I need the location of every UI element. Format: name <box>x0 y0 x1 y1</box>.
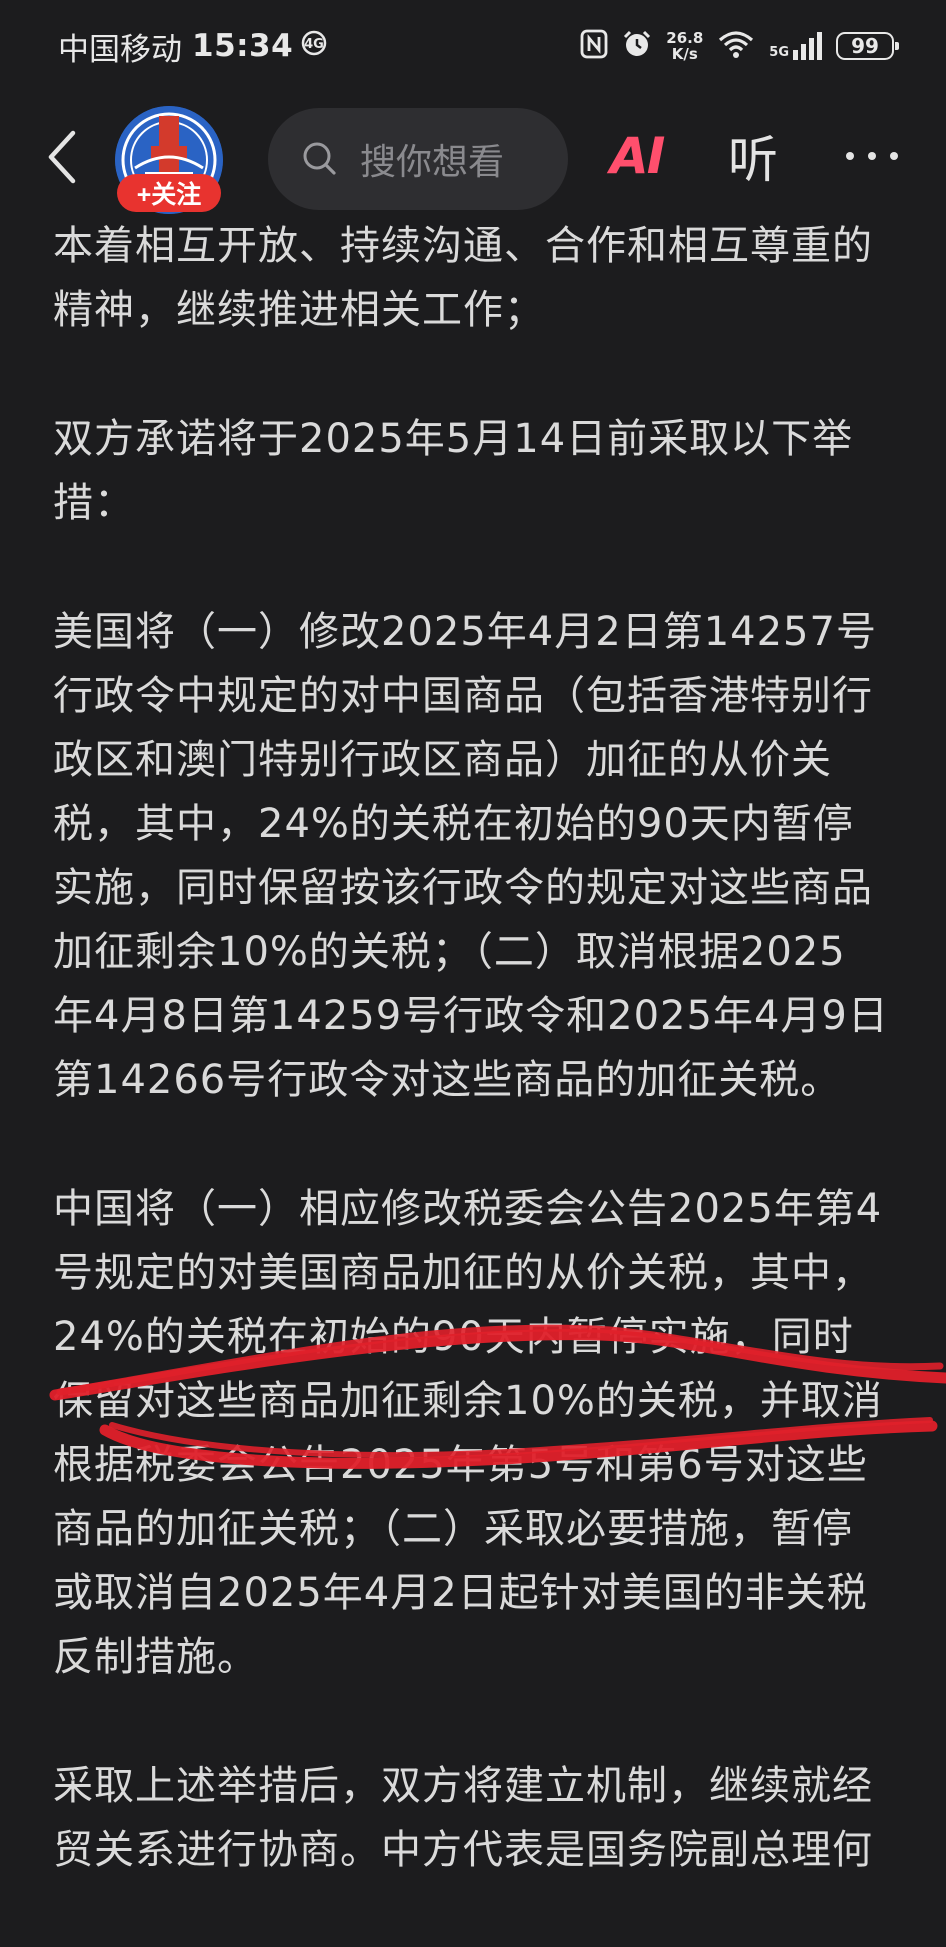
text-line: 根据税委会公告2025年第5号和第6号对这些 <box>53 1442 868 1488</box>
text-line: 保留对这些商品加征剩余10%的关税，并取消 <box>53 1378 883 1424</box>
text-line: 政区和澳门特别行政区商品）加征的从价关 <box>53 737 832 783</box>
follow-button[interactable]: +关注 <box>117 174 221 212</box>
text-line: 24%的关税在初始的90天内暂停实施，同时 <box>53 1314 854 1360</box>
cellular-signal: 5G <box>769 32 822 60</box>
wifi-icon <box>717 29 755 63</box>
more-dot-icon <box>890 152 898 160</box>
clock-time: 15:34 <box>192 28 294 64</box>
listen-button[interactable]: 听 <box>728 126 778 189</box>
text-line: 税，其中，24%的关税在初始的90天内暂停 <box>53 801 854 847</box>
text-line: 本着相互开放、持续沟通、合作和相互尊重的 <box>53 223 873 269</box>
article-body: 本着相互开放、持续沟通、合作和相互尊重的 精神，继续推进相关工作； 双方承诺将于… <box>53 214 898 1947</box>
net-speed-unit: K/s <box>671 45 698 63</box>
text-line: 美国将（一）修改2025年4月2日第14257号 <box>53 609 877 655</box>
status-right: 26.8 K/s 5G 99 <box>580 24 899 68</box>
article-paragraph: 中国将（一）相应修改税委会公告2025年第4 号规定的对美国商品加征的从价关税，… <box>53 1177 898 1689</box>
text-line: 行政令中规定的对中国商品（包括香港特别行 <box>53 673 873 719</box>
article-paragraph: 采取上述举措后，双方将建立机制，继续就经 贸关系进行协商。中方代表是国务院副总理… <box>53 1754 898 1882</box>
more-dot-icon <box>868 152 876 160</box>
text-line: 精神，继续推进相关工作； <box>53 287 545 333</box>
text-line: 或取消自2025年4月2日起针对美国的非关税 <box>53 1570 868 1616</box>
net-speed-value: 26.8 <box>666 29 704 47</box>
article-paragraph: 本着相互开放、持续沟通、合作和相互尊重的 精神，继续推进相关工作； <box>53 214 898 342</box>
status-left: 中国移动 15:34 4G <box>58 24 327 68</box>
chevron-left-icon <box>48 130 76 184</box>
text-line: 商品的加征关税；（二）采取必要措施，暂停 <box>53 1506 853 1552</box>
article-paragraph: 美国将（一）修改2025年4月2日第14257号 行政令中规定的对中国商品（包括… <box>53 600 898 1112</box>
network-type-label: 5G <box>769 45 789 60</box>
top-nav-bar: +关注 搜你想看 AI 听 <box>0 96 946 216</box>
search-input[interactable]: 搜你想看 <box>268 108 568 210</box>
carrier-name: 中国移动 <box>58 31 182 68</box>
text-line: 贸关系进行协商。中方代表是国务院副总理何 <box>53 1827 873 1873</box>
network-speed: 26.8 K/s <box>666 30 703 62</box>
listen-label: 听 <box>728 131 778 189</box>
svg-text:4G: 4G <box>304 37 324 52</box>
text-line: 措： <box>53 480 135 526</box>
text-line: 第14266号行政令对这些商品的加征关税。 <box>53 1057 842 1103</box>
text-line: 反制措施。 <box>53 1634 258 1680</box>
more-dot-icon <box>846 152 854 160</box>
nfc-icon <box>580 29 608 63</box>
signal-bars-icon <box>793 32 822 60</box>
text-line: 采取上述举措后，双方将建立机制，继续就经 <box>53 1763 873 1809</box>
article-paragraph: 双方承诺将于2025年5月14日前采取以下举 措： <box>53 407 898 535</box>
battery-indicator: 99 <box>836 32 899 60</box>
hd-call-icon: 4G <box>301 28 327 64</box>
text-line: 年4月8日第14259号行政令和2025年4月9日 <box>53 993 889 1039</box>
text-line: 加征剩余10%的关税；（二）取消根据2025 <box>53 929 846 975</box>
text-line: 双方承诺将于2025年5月14日前采取以下举 <box>53 416 854 462</box>
battery-level: 99 <box>851 34 879 58</box>
status-bar: 中国移动 15:34 4G 26.8 K/s 5G 99 <box>0 0 946 96</box>
more-options-button[interactable] <box>846 136 898 176</box>
ai-button[interactable]: AI <box>610 126 665 186</box>
search-icon <box>303 142 336 175</box>
text-line: 中国将（一）相应修改税委会公告2025年第4 <box>53 1186 883 1232</box>
text-line: 实施，同时保留按该行政令的规定对这些商品 <box>53 865 873 911</box>
back-button[interactable] <box>40 126 84 188</box>
alarm-icon <box>622 29 652 63</box>
ai-label: AI <box>610 127 665 185</box>
text-line: 号规定的对美国商品加征的从价关税，其中， <box>53 1250 873 1296</box>
search-placeholder: 搜你想看 <box>360 142 505 183</box>
